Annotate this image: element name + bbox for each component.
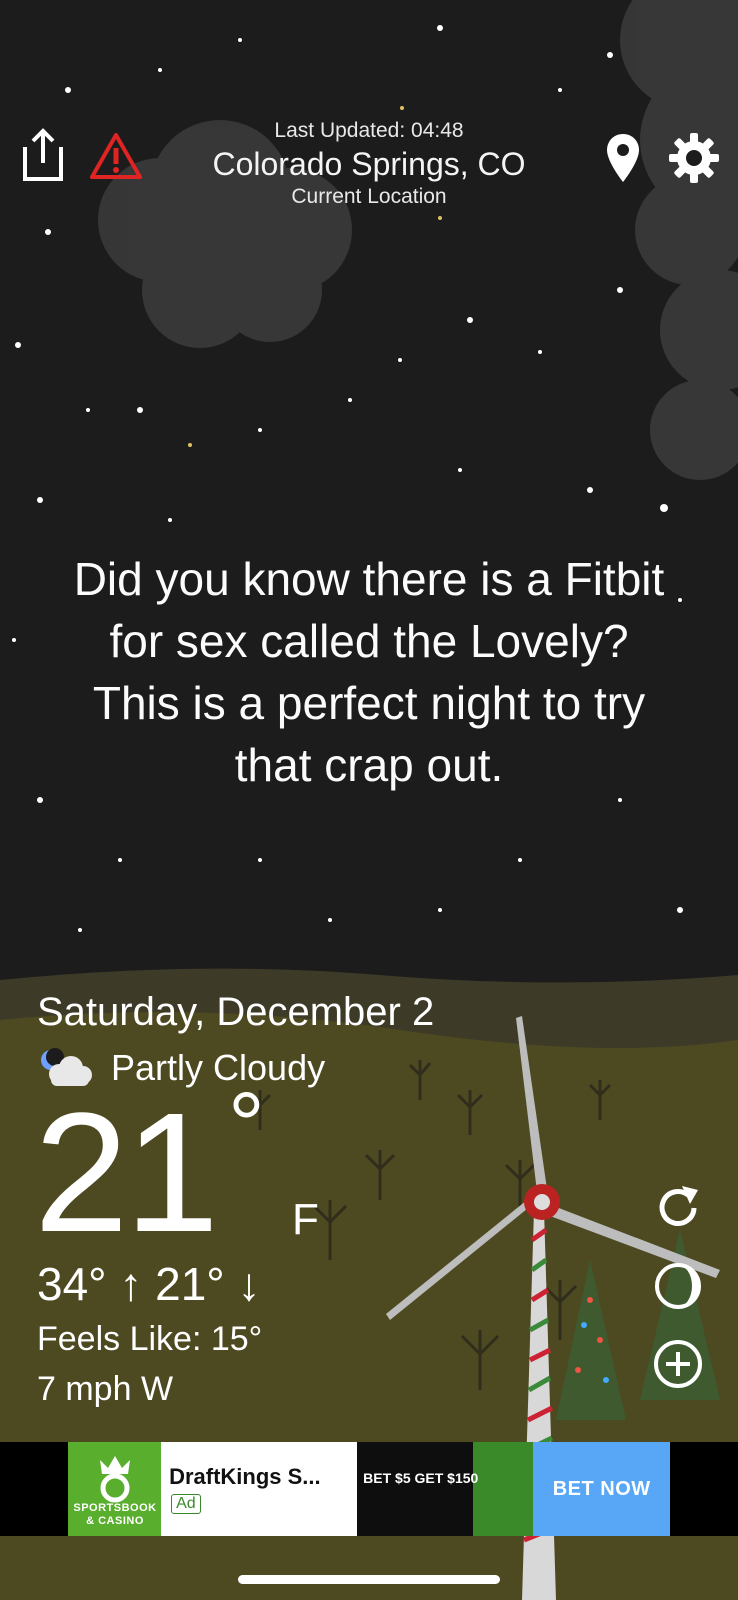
alert-icon (90, 133, 142, 179)
ad-offer-text: BET $5 GET $150 (363, 1470, 479, 1486)
gear-icon (669, 133, 719, 183)
share-button[interactable] (18, 126, 68, 184)
settings-button[interactable] (666, 130, 722, 186)
quip-line: that crap out. (234, 739, 504, 791)
add-icon (654, 1340, 702, 1388)
ad-brand-caption-line: SPORTSBOOK (73, 1502, 157, 1514)
ad-promo-image: BET $5 GET $150 (357, 1442, 534, 1536)
city-name: Colorado Springs, CO (212, 146, 526, 182)
location-subtitle: Current Location (291, 185, 447, 208)
ad-banner[interactable]: SPORTSBOOK & CASINO DraftKings S... Ad B… (68, 1442, 670, 1536)
forecast-date: Saturday, December 2 (37, 990, 435, 1034)
quip-line: Did you know there is a Fitbit (73, 553, 665, 605)
high-low-temperature: 34° ↑ 21° ↓ (37, 1258, 261, 1310)
ad-promo-green (473, 1442, 534, 1536)
location-header[interactable]: Last Updated: 04:48 Colorado Springs, CO… (170, 118, 568, 210)
location-pin-icon (607, 134, 639, 182)
feels-like: Feels Like: 15° (37, 1320, 263, 1358)
wind-speed: 7 mph W (37, 1370, 174, 1408)
location-button[interactable] (600, 130, 646, 186)
degree-symbol: ° (228, 1074, 265, 1176)
temperature-unit: F (292, 1195, 319, 1244)
ad-brand-logo: SPORTSBOOK & CASINO (68, 1442, 162, 1536)
home-indicator[interactable] (238, 1575, 500, 1584)
ad-title: DraftKings S... (169, 1464, 321, 1489)
ad-cta-button[interactable]: BET NOW (533, 1442, 670, 1536)
refresh-icon (659, 1186, 698, 1226)
refresh-button[interactable] (650, 1180, 706, 1236)
quip-line: This is a perfect night to try (92, 677, 646, 729)
ad-text-block: DraftKings S... Ad (161, 1442, 357, 1536)
weather-quip: Did you know there is a Fitbit for sex c… (20, 548, 718, 796)
moon-phase-icon (655, 1263, 701, 1309)
add-location-button[interactable] (650, 1336, 706, 1392)
alert-button[interactable] (88, 128, 144, 184)
ad-brand-caption: SPORTSBOOK & CASINO (68, 1502, 162, 1528)
ad-badge: Ad (171, 1494, 201, 1514)
last-updated-label: Last Updated: 04:48 (274, 119, 464, 142)
quip-line: for sex called the Lovely? (109, 615, 629, 667)
crown-logo-icon (100, 1456, 130, 1503)
current-temperature: 21 (34, 1078, 219, 1268)
ad-brand-caption-line: & CASINO (86, 1515, 144, 1527)
share-icon (23, 128, 63, 181)
background-scene (0, 0, 738, 1600)
moon-phase-button[interactable] (650, 1258, 706, 1314)
